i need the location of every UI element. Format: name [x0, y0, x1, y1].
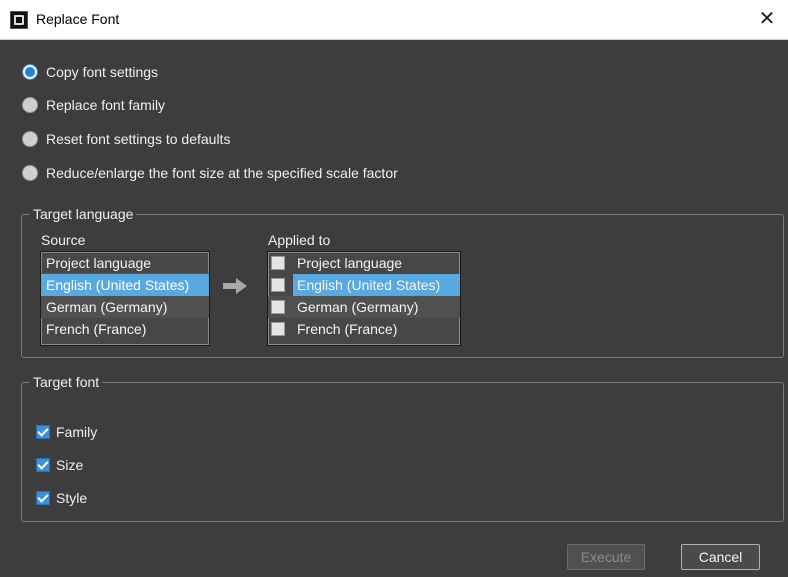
applied-to-label: Applied to [268, 232, 331, 248]
radio-button[interactable] [22, 131, 38, 147]
checkbox-label: Style [56, 490, 88, 506]
applied-item-project-language[interactable]: Project language [268, 252, 460, 274]
checkbox-style[interactable]: Style [36, 488, 87, 508]
checkbox-unchecked[interactable] [271, 300, 285, 314]
target-language-legend: Target language [33, 206, 134, 222]
radio-label: Copy font settings [46, 64, 159, 80]
radio-button-selected[interactable] [22, 64, 38, 80]
radio-label: Reset font settings to defaults [46, 131, 231, 147]
target-font-group: Target font [21, 374, 784, 522]
checkbox-family[interactable]: Family [36, 422, 97, 442]
checkbox-unchecked[interactable] [271, 322, 285, 336]
checkbox-label: Size [56, 457, 84, 473]
checkbox-size[interactable]: Size [36, 455, 83, 475]
applied-item-german[interactable]: German (Germany) [268, 296, 460, 318]
applied-item-label: English (United States) [293, 274, 460, 296]
checkbox-unchecked[interactable] [271, 278, 285, 292]
source-item-french[interactable]: French (France) [41, 318, 209, 340]
checkbox-unchecked[interactable] [271, 256, 285, 270]
applied-item-label: French (France) [297, 321, 398, 337]
source-label: Source [41, 232, 86, 248]
checkbox-checked[interactable] [36, 491, 50, 505]
window-title: Replace Font [36, 11, 120, 27]
arrow-right-icon [223, 278, 247, 294]
execute-button[interactable]: Execute [567, 544, 645, 570]
radio-reset-font-settings[interactable]: Reset font settings to defaults [22, 128, 230, 150]
applied-item-label: German (Germany) [297, 299, 419, 315]
target-font-legend: Target font [33, 374, 100, 390]
checkbox-checked[interactable] [36, 458, 50, 472]
checkbox-label: Family [56, 424, 98, 440]
source-item-english-us[interactable]: English (United States) [41, 274, 209, 296]
applied-item-label: Project language [297, 255, 403, 271]
radio-button[interactable] [22, 97, 38, 113]
applied-item-french[interactable]: French (France) [268, 318, 460, 340]
radio-label: Replace font family [46, 97, 166, 113]
source-listbox[interactable]: Project language English (United States)… [40, 251, 210, 346]
title-bar: Replace Font ✕ [0, 0, 788, 40]
radio-copy-font-settings[interactable]: Copy font settings [22, 61, 158, 83]
close-icon[interactable]: ✕ [754, 6, 780, 32]
radio-label: Reduce/enlarge the font size at the spec… [46, 165, 398, 181]
applied-item-english-us[interactable]: English (United States) [268, 274, 460, 296]
radio-scale-font-size[interactable]: Reduce/enlarge the font size at the spec… [22, 162, 398, 184]
cancel-button[interactable]: Cancel [681, 544, 760, 570]
source-item-project-language[interactable]: Project language [41, 252, 209, 274]
checkbox-checked[interactable] [36, 425, 50, 439]
radio-replace-font-family[interactable]: Replace font family [22, 94, 165, 116]
radio-button[interactable] [22, 165, 38, 181]
source-item-german[interactable]: German (Germany) [41, 296, 209, 318]
applied-to-listbox[interactable]: Project language English (United States)… [267, 251, 461, 346]
replace-font-dialog: Replace Font ✕ Copy font settings Replac… [0, 0, 788, 577]
app-icon [10, 11, 28, 29]
